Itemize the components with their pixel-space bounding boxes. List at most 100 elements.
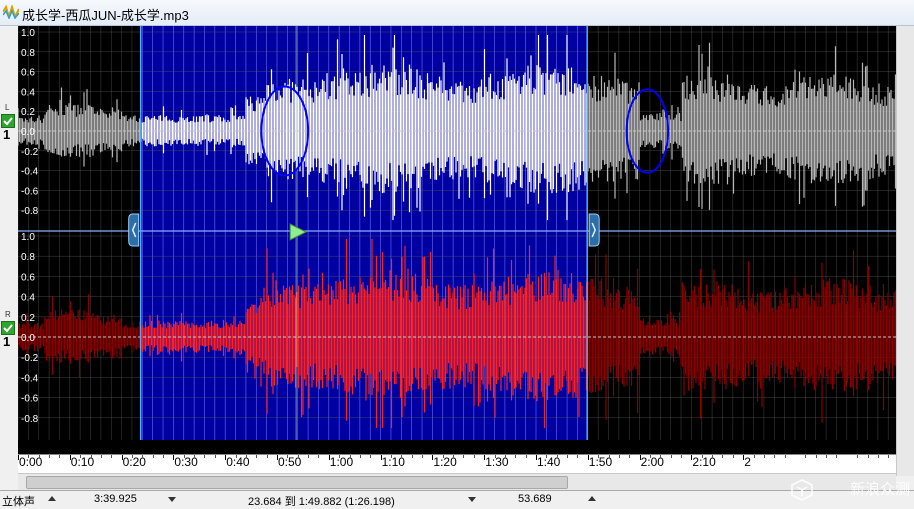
ruler-minor-tick	[38, 455, 40, 458]
ruler-minor-tick	[515, 455, 517, 458]
ruler-minor-tick	[131, 455, 133, 458]
ruler-minor-tick	[266, 455, 268, 458]
ruler-minor-tick	[494, 455, 496, 458]
channel-right-checkbox[interactable]	[1, 321, 15, 335]
ruler-minor-tick	[701, 455, 703, 458]
ruler-minor-tick	[836, 455, 838, 458]
ruler-minor-tick	[867, 455, 869, 458]
ruler-minor-tick	[318, 455, 320, 458]
amplitude-label: 0.6	[21, 272, 35, 283]
amplitude-label: -0.4	[21, 167, 39, 178]
ruler-minor-tick	[256, 455, 258, 458]
timeline-ruler[interactable]: 0:00 0:10 0:20 0:30 0:40 0:50 1:00 1:10 1:20 1:30…	[18, 454, 896, 473]
ruler-minor-tick	[732, 455, 734, 458]
ruler-minor-tick	[442, 455, 444, 458]
ruler-minor-tick	[194, 455, 196, 458]
ruler-minor-tick	[152, 455, 154, 458]
amplitude-label: -0.6	[21, 186, 39, 197]
dropdown-arrow-icon[interactable]	[168, 497, 176, 502]
horizontal-scrollbar-thumb[interactable]	[26, 476, 568, 489]
vertical-scrollbar[interactable]	[896, 26, 914, 476]
ruler-minor-tick	[287, 455, 289, 458]
waveform-bottom-strip	[18, 440, 896, 454]
ruler-minor-tick	[556, 455, 558, 458]
watermark-text: 新浪众测	[849, 481, 910, 498]
selection-start-handle[interactable]	[128, 213, 140, 247]
ruler-minor-tick	[805, 455, 807, 458]
channel-mode-label: 立体声	[2, 496, 35, 508]
ruler-minor-tick	[525, 455, 527, 458]
ruler-minor-tick	[90, 455, 92, 458]
ruler-minor-tick	[857, 455, 859, 458]
ruler-minor-tick	[111, 455, 113, 458]
ruler-minor-tick	[681, 455, 683, 458]
ruler-minor-tick	[390, 455, 392, 458]
ruler-minor-tick	[608, 455, 610, 458]
status-bar: 立体声 3:39.925 23.684 到 1:49.882 (1:26.198…	[0, 490, 914, 508]
channel-controls: L 1 R 1	[0, 26, 18, 454]
ruler-minor-tick	[753, 455, 755, 458]
spin-up-icon[interactable]	[48, 496, 56, 501]
ruler-minor-tick	[463, 455, 465, 458]
ruler-minor-tick	[49, 455, 51, 458]
ruler-minor-tick	[370, 455, 372, 458]
ruler-minor-tick	[670, 455, 672, 458]
ruler-minor-tick	[660, 455, 662, 458]
ruler-minor-tick	[649, 455, 651, 458]
amplitude-label: -0.4	[21, 373, 39, 384]
ruler-minor-tick	[163, 455, 165, 458]
watermark-logo-icon	[791, 479, 813, 501]
amplitude-label: 0.4	[21, 293, 35, 304]
cursor-position-value: 53.689	[518, 493, 552, 505]
ruler-minor-tick	[722, 455, 724, 458]
checkmark-icon	[3, 117, 13, 126]
channel-left-number: 1	[3, 127, 11, 142]
amplitude-label: 1.0	[21, 28, 35, 39]
spin-up-icon[interactable]	[588, 496, 596, 501]
ruler-minor-tick	[28, 455, 30, 458]
ruler-minor-tick	[473, 455, 475, 458]
ruler-minor-tick	[577, 455, 579, 458]
ruler-minor-tick	[308, 455, 310, 458]
channel-right-number: 1	[3, 334, 11, 349]
checkmark-icon	[3, 324, 13, 333]
ruler-minor-tick	[59, 455, 61, 458]
dropdown-arrow-icon[interactable]	[468, 497, 476, 502]
ruler-minor-tick	[815, 455, 817, 458]
amplitude-label: -0.8	[21, 414, 39, 425]
ruler-minor-tick	[763, 455, 765, 458]
ruler-minor-tick	[214, 455, 216, 458]
ruler-minor-tick	[826, 455, 828, 458]
amplitude-label: 1.0	[21, 232, 35, 243]
ruler-tick-label: 2	[744, 455, 751, 469]
channel-left-checkbox[interactable]	[1, 114, 15, 128]
ruler-minor-tick	[453, 455, 455, 458]
amplitude-label: 0.8	[21, 252, 35, 263]
ruler-minor-tick	[877, 455, 879, 458]
amplitude-label: 0.2	[21, 313, 35, 324]
ruler-minor-tick	[712, 455, 714, 458]
waveform-app-icon	[3, 5, 19, 19]
ruler-minor-tick	[359, 455, 361, 458]
ruler-minor-tick	[546, 455, 548, 458]
amplitude-label: 0.2	[21, 107, 35, 118]
amplitude-label: -0.6	[21, 394, 39, 405]
ruler-minor-tick	[401, 455, 403, 458]
ruler-minor-tick	[339, 455, 341, 458]
horizontal-scrollbar[interactable]	[18, 473, 896, 490]
ruler-minor-tick	[888, 455, 890, 458]
ruler-minor-tick	[422, 455, 424, 458]
channel-right-letter: R	[5, 310, 11, 319]
ruler-minor-tick	[297, 455, 299, 458]
ruler-minor-tick	[629, 455, 631, 458]
waveform-view[interactable]: 1.0 0.8 0.6 0.4 0.2 0.0 -0.2 -0.4 -0.6 -0.8 1.0 0.8…	[18, 26, 896, 454]
ruler-minor-tick	[774, 455, 776, 458]
amplitude-label: 0.8	[21, 48, 35, 59]
ruler-minor-tick	[100, 455, 102, 458]
amplitude-label: 0.0	[21, 127, 35, 138]
window-title: 成长学-西瓜JUN-成长学.mp3	[22, 8, 189, 23]
ruler-minor-tick	[80, 455, 82, 458]
amplitude-label: 0.6	[21, 68, 35, 79]
ruler-minor-tick	[235, 455, 237, 458]
selection-end-handle[interactable]	[588, 213, 600, 247]
